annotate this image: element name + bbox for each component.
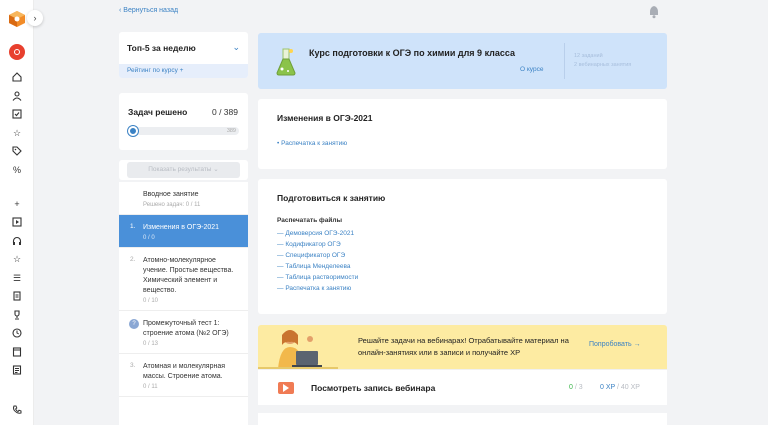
home-icon[interactable] bbox=[11, 71, 23, 83]
course-stat: 2 вебинарных занятия bbox=[574, 62, 632, 68]
show-results-label: Показать результаты bbox=[148, 166, 212, 173]
flask-icon bbox=[276, 48, 296, 76]
course-title: Курс подготовки к ОГЭ по химии для 9 кла… bbox=[309, 48, 516, 58]
show-results-button[interactable]: Показать результаты ⌄ bbox=[127, 162, 240, 178]
document-icon[interactable] bbox=[11, 290, 23, 302]
watch-title: Посмотреть запись вебинара bbox=[311, 383, 436, 393]
back-link[interactable]: ‹ Вернуться назад bbox=[119, 7, 178, 14]
lesson-number: 2. bbox=[130, 256, 136, 263]
printout-link[interactable]: • Распечатка к занятию bbox=[277, 140, 347, 147]
list-item[interactable]: Вводное занятие Решено задач: 0 / 11 bbox=[119, 182, 248, 215]
tasks-solved-card: Задач решено 0 / 389 389 bbox=[119, 93, 248, 150]
lesson-title: Атомная и молекулярная массы. Строение а… bbox=[143, 363, 226, 380]
sidebar-toggle-button[interactable]: › bbox=[27, 10, 43, 26]
video-icon bbox=[278, 382, 294, 394]
watch-score: 0 / 3 bbox=[569, 384, 583, 391]
clock-icon[interactable] bbox=[11, 327, 23, 339]
progress-knob bbox=[128, 126, 138, 136]
star-icon[interactable]: ☆ bbox=[11, 253, 23, 265]
video-lesson-icon[interactable] bbox=[11, 216, 23, 228]
printout-link-label: Распечатка к занятию bbox=[281, 140, 348, 147]
score-total: / 3 bbox=[572, 384, 583, 391]
changes-card: Изменения в ОГЭ-2021 • Распечатка к заня… bbox=[258, 99, 667, 169]
lesson-title: Изменения в ОГЭ-2021 bbox=[143, 224, 220, 231]
file-link-label: Таблица Менделеева bbox=[285, 263, 351, 270]
favorites-icon[interactable]: ☆ bbox=[11, 127, 23, 139]
file-link[interactable]: — Таблица растворимости bbox=[277, 274, 358, 281]
trophy-icon[interactable] bbox=[11, 309, 23, 321]
tag-icon[interactable] bbox=[11, 145, 23, 157]
lesson-meta: 0 / 0 bbox=[143, 235, 155, 241]
file-link[interactable]: — Таблица Менделеева bbox=[277, 263, 351, 270]
course-banner: Курс подготовки к ОГЭ по химии для 9 кла… bbox=[258, 33, 667, 89]
divider bbox=[564, 43, 565, 79]
book-icon[interactable] bbox=[11, 346, 23, 358]
test-icon: ? bbox=[129, 319, 139, 329]
changes-title: Изменения в ОГЭ-2021 bbox=[277, 113, 373, 123]
file-link[interactable]: — Демоверсия ОГЭ-2021 bbox=[277, 230, 354, 237]
lesson-number: 1. bbox=[130, 223, 136, 230]
notes-icon[interactable] bbox=[11, 364, 23, 376]
prepare-title: Подготовиться к занятию bbox=[277, 193, 386, 203]
tasks-solved-label: Задач решено bbox=[128, 107, 188, 117]
user-icon[interactable] bbox=[11, 90, 23, 102]
record-button[interactable] bbox=[9, 44, 25, 60]
file-link[interactable]: — Распечатка к занятию bbox=[277, 285, 351, 292]
tasks-progress-bar: 389 bbox=[128, 126, 239, 136]
sidebar-rail: ☆ % + ☆ ☰ bbox=[0, 0, 34, 425]
show-results-panel: Показать результаты ⌄ bbox=[119, 160, 248, 180]
arrow-right-icon: → bbox=[633, 341, 641, 348]
lesson-title: Промежуточный тест 1: строение атома (№2… bbox=[143, 320, 229, 337]
chevron-down-icon[interactable]: ⌄ bbox=[232, 42, 240, 53]
webinar-promo: Решайте задачи на вебинарах! Отрабатывай… bbox=[258, 325, 667, 369]
lesson-number: 3. bbox=[130, 362, 136, 369]
file-link-label: Демоверсия ОГЭ-2021 bbox=[285, 230, 355, 237]
try-button[interactable]: Попробовать → bbox=[589, 341, 641, 348]
watch-webinar-card[interactable]: Посмотреть запись вебинара 0 / 3 0 XP / … bbox=[258, 369, 667, 405]
lesson-meta: Решено задач: 0 / 11 bbox=[143, 202, 201, 208]
progress-max: 389 bbox=[226, 128, 236, 134]
course-stat: 12 заданий bbox=[574, 53, 603, 59]
about-course-link[interactable]: О курсе bbox=[520, 66, 543, 73]
xp-done: 0 XP bbox=[600, 384, 616, 391]
tasks-solved-count: 0 / 389 bbox=[212, 107, 238, 117]
lesson-title: Атомно-молекулярное учение. Простые веще… bbox=[143, 257, 234, 294]
lesson-title: Вводное занятие bbox=[143, 191, 199, 198]
list-icon[interactable]: ☰ bbox=[11, 272, 23, 284]
course-rating-button[interactable]: Рейтинг по курсу + bbox=[119, 64, 248, 78]
record-icon bbox=[14, 49, 20, 55]
watch-xp: 0 XP / 40 XP bbox=[600, 384, 640, 391]
list-item[interactable]: ? Промежуточный тест 1: строение атома (… bbox=[119, 311, 248, 354]
prepare-card: Подготовиться к занятию Распечатать файл… bbox=[258, 179, 667, 314]
tasks-icon[interactable] bbox=[11, 108, 23, 120]
headphones-icon[interactable] bbox=[11, 235, 23, 247]
add-icon[interactable]: + bbox=[11, 198, 23, 210]
discount-icon[interactable]: % bbox=[11, 164, 23, 176]
webinar-illustration bbox=[258, 330, 338, 369]
file-link-label: Кодификатор ОГЭ bbox=[285, 241, 341, 248]
next-card bbox=[258, 413, 667, 425]
lesson-meta: 0 / 10 bbox=[143, 298, 159, 304]
list-item[interactable]: 3. Атомная и молекулярная массы. Строени… bbox=[119, 354, 248, 397]
xp-total: / 40 XP bbox=[615, 384, 640, 391]
file-link[interactable]: — Спецификатор ОГЭ bbox=[277, 252, 345, 259]
chevron-right-icon: › bbox=[33, 13, 37, 23]
list-item-active[interactable]: 1. Изменения в ОГЭ-2021 0 / 0 bbox=[119, 215, 248, 248]
files-heading: Распечатать файлы bbox=[277, 217, 343, 224]
top5-title[interactable]: Топ-5 за неделю bbox=[127, 43, 196, 53]
file-link-label: Спецификатор ОГЭ bbox=[285, 252, 346, 259]
phone-icon[interactable] bbox=[11, 404, 23, 416]
file-link[interactable]: — Кодификатор ОГЭ bbox=[277, 241, 341, 248]
try-label: Попробовать bbox=[589, 341, 632, 348]
top5-card: Топ-5 за неделю ⌄ Рейтинг по курсу + bbox=[119, 32, 248, 78]
file-link-label: Распечатка к занятию bbox=[285, 285, 352, 292]
webinar-text: Решайте задачи на вебинарах! Отрабатывай… bbox=[358, 336, 569, 357]
logo-icon[interactable] bbox=[9, 11, 25, 27]
list-item[interactable]: 2. Атомно-молекулярное учение. Простые в… bbox=[119, 248, 248, 311]
file-link-label: Таблица растворимости bbox=[285, 274, 359, 281]
bell-icon[interactable] bbox=[648, 5, 660, 19]
lesson-meta: 0 / 13 bbox=[143, 341, 159, 347]
lesson-list: Вводное занятие Решено задач: 0 / 11 1. … bbox=[119, 182, 248, 425]
lesson-meta: 0 / 11 bbox=[143, 384, 158, 390]
